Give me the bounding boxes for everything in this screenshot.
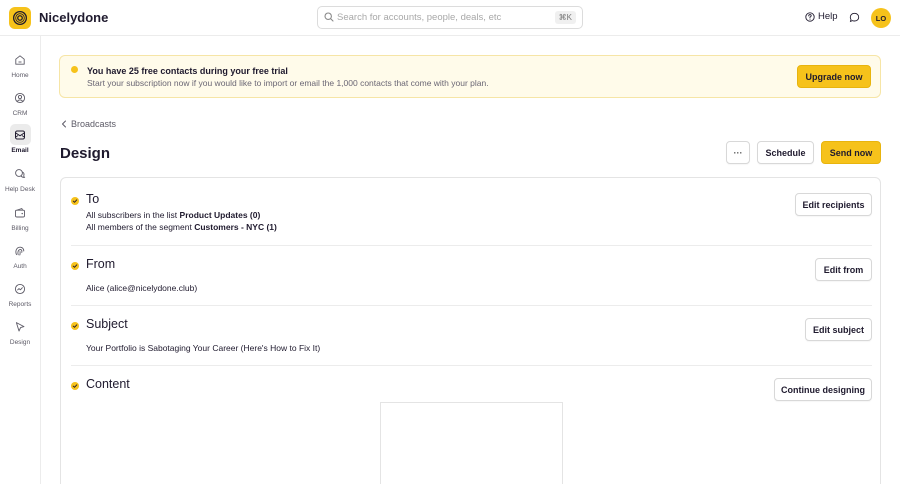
subject-value: Your Portfolio is Sabotaging Your Career… bbox=[86, 343, 321, 353]
help-label: Help bbox=[818, 11, 838, 22]
help-button[interactable]: Help bbox=[805, 11, 838, 22]
crm-icon bbox=[14, 92, 26, 103]
reports-icon bbox=[14, 283, 26, 294]
sidebar-item-billing-icon-wrap bbox=[10, 202, 31, 223]
app-logo[interactable] bbox=[9, 7, 31, 29]
section-title: Subject bbox=[86, 317, 128, 331]
sidebar-item-design-icon-wrap bbox=[10, 316, 31, 337]
sidebar-item-help-desk[interactable]: Help Desk bbox=[0, 162, 40, 196]
sidebar-item-label: Design bbox=[9, 339, 31, 346]
auth-icon bbox=[15, 246, 25, 255]
sidebar-item-label: Reports bbox=[8, 301, 32, 308]
sidebar-item-crm-icon-wrap bbox=[10, 87, 31, 108]
sidebar-item-reports-icon-wrap bbox=[10, 278, 31, 299]
section-divider bbox=[71, 365, 872, 366]
check-circle-icon bbox=[71, 382, 79, 390]
search-shortcut-badge: ⌘K bbox=[554, 11, 576, 24]
sidebar-item-label: Auth bbox=[13, 263, 27, 270]
recipient-list-value: Product Updates (0) bbox=[179, 210, 261, 220]
billing-icon bbox=[15, 207, 25, 217]
section-title: From bbox=[86, 257, 116, 271]
sidebar-item-label: Email bbox=[11, 147, 29, 154]
email-icon bbox=[15, 130, 25, 139]
home-icon bbox=[15, 54, 25, 65]
trial-banner: You have 25 free contacts during your fr… bbox=[59, 55, 881, 98]
breadcrumb-label: Broadcasts bbox=[71, 119, 117, 129]
sidebar-item-help-desk-icon-wrap bbox=[10, 163, 31, 184]
sidebar: Home CRM Email Help Desk Billing Auth Re… bbox=[0, 36, 41, 484]
top-bar: Nicelydone ⌘K Help LO bbox=[0, 0, 900, 36]
sidebar-item-label: Billing bbox=[11, 225, 29, 232]
sidebar-item-label: CRM bbox=[12, 110, 28, 117]
edit-recipients-button[interactable]: Edit recipients bbox=[795, 193, 872, 216]
sidebar-item-crm[interactable]: CRM bbox=[0, 86, 40, 120]
check-circle-icon bbox=[71, 197, 79, 205]
sidebar-item-billing[interactable]: Billing bbox=[0, 201, 40, 235]
help-icon bbox=[805, 11, 815, 22]
recipient-segment-prefix: All members of the segment bbox=[86, 222, 192, 232]
section-title: To bbox=[86, 192, 100, 206]
section-title: Content bbox=[86, 377, 130, 391]
info-dot-icon bbox=[71, 66, 78, 73]
upgrade-now-button[interactable]: Upgrade now bbox=[797, 65, 871, 88]
section-divider bbox=[71, 305, 872, 306]
banner-text: Start your subscription now if you would… bbox=[87, 78, 489, 88]
breadcrumb-back-link[interactable]: Broadcasts bbox=[61, 119, 116, 129]
search-icon bbox=[324, 12, 334, 22]
sidebar-item-auth[interactable]: Auth bbox=[0, 239, 40, 273]
help-desk-icon bbox=[15, 168, 26, 178]
broadcast-summary-card: To All subscribers in the list Product U… bbox=[60, 177, 881, 484]
logo-icon bbox=[13, 11, 27, 25]
banner-title: You have 25 free contacts during your fr… bbox=[87, 66, 288, 76]
search-box[interactable]: ⌘K bbox=[317, 6, 583, 29]
sidebar-item-home-icon-wrap bbox=[10, 49, 31, 70]
app-name: Nicelydone bbox=[39, 10, 109, 25]
sidebar-item-home[interactable]: Home bbox=[0, 48, 40, 82]
design-icon bbox=[15, 321, 25, 331]
schedule-button[interactable]: Schedule bbox=[757, 141, 814, 164]
search-input[interactable] bbox=[337, 9, 547, 26]
sender-value: Alice (alice@nicelydone.club) bbox=[86, 283, 198, 293]
check-circle-icon bbox=[71, 262, 79, 270]
sidebar-item-email-icon-wrap bbox=[9, 124, 31, 145]
sidebar-item-auth-icon-wrap bbox=[10, 240, 31, 261]
sidebar-item-design[interactable]: Design bbox=[0, 315, 40, 349]
recipient-list-line: All subscribers in the list Product Upda… bbox=[86, 210, 260, 220]
email-content-preview[interactable] bbox=[380, 402, 563, 484]
more-options-button[interactable]: ··· bbox=[726, 141, 750, 164]
recipient-segment-value: Customers - NYC (1) bbox=[194, 222, 277, 232]
chevron-left-icon bbox=[62, 120, 66, 128]
page-title: Design bbox=[60, 145, 111, 162]
avatar[interactable]: LO bbox=[871, 8, 891, 28]
sidebar-item-reports[interactable]: Reports bbox=[0, 277, 40, 311]
check-circle-icon bbox=[71, 322, 79, 330]
continue-designing-button[interactable]: Continue designing bbox=[774, 378, 872, 401]
sidebar-item-label: Home bbox=[11, 72, 29, 79]
edit-from-button[interactable]: Edit from bbox=[815, 258, 872, 281]
chat-icon[interactable] bbox=[849, 12, 860, 23]
sidebar-item-label: Help Desk bbox=[5, 186, 35, 193]
send-now-button[interactable]: Send now bbox=[821, 141, 881, 164]
sidebar-item-email[interactable]: Email bbox=[0, 123, 40, 157]
recipient-list-prefix: All subscribers in the list bbox=[86, 210, 178, 220]
recipient-segment-line: All members of the segment Customers - N… bbox=[86, 222, 277, 232]
edit-subject-button[interactable]: Edit subject bbox=[805, 318, 872, 341]
section-divider bbox=[71, 245, 872, 246]
